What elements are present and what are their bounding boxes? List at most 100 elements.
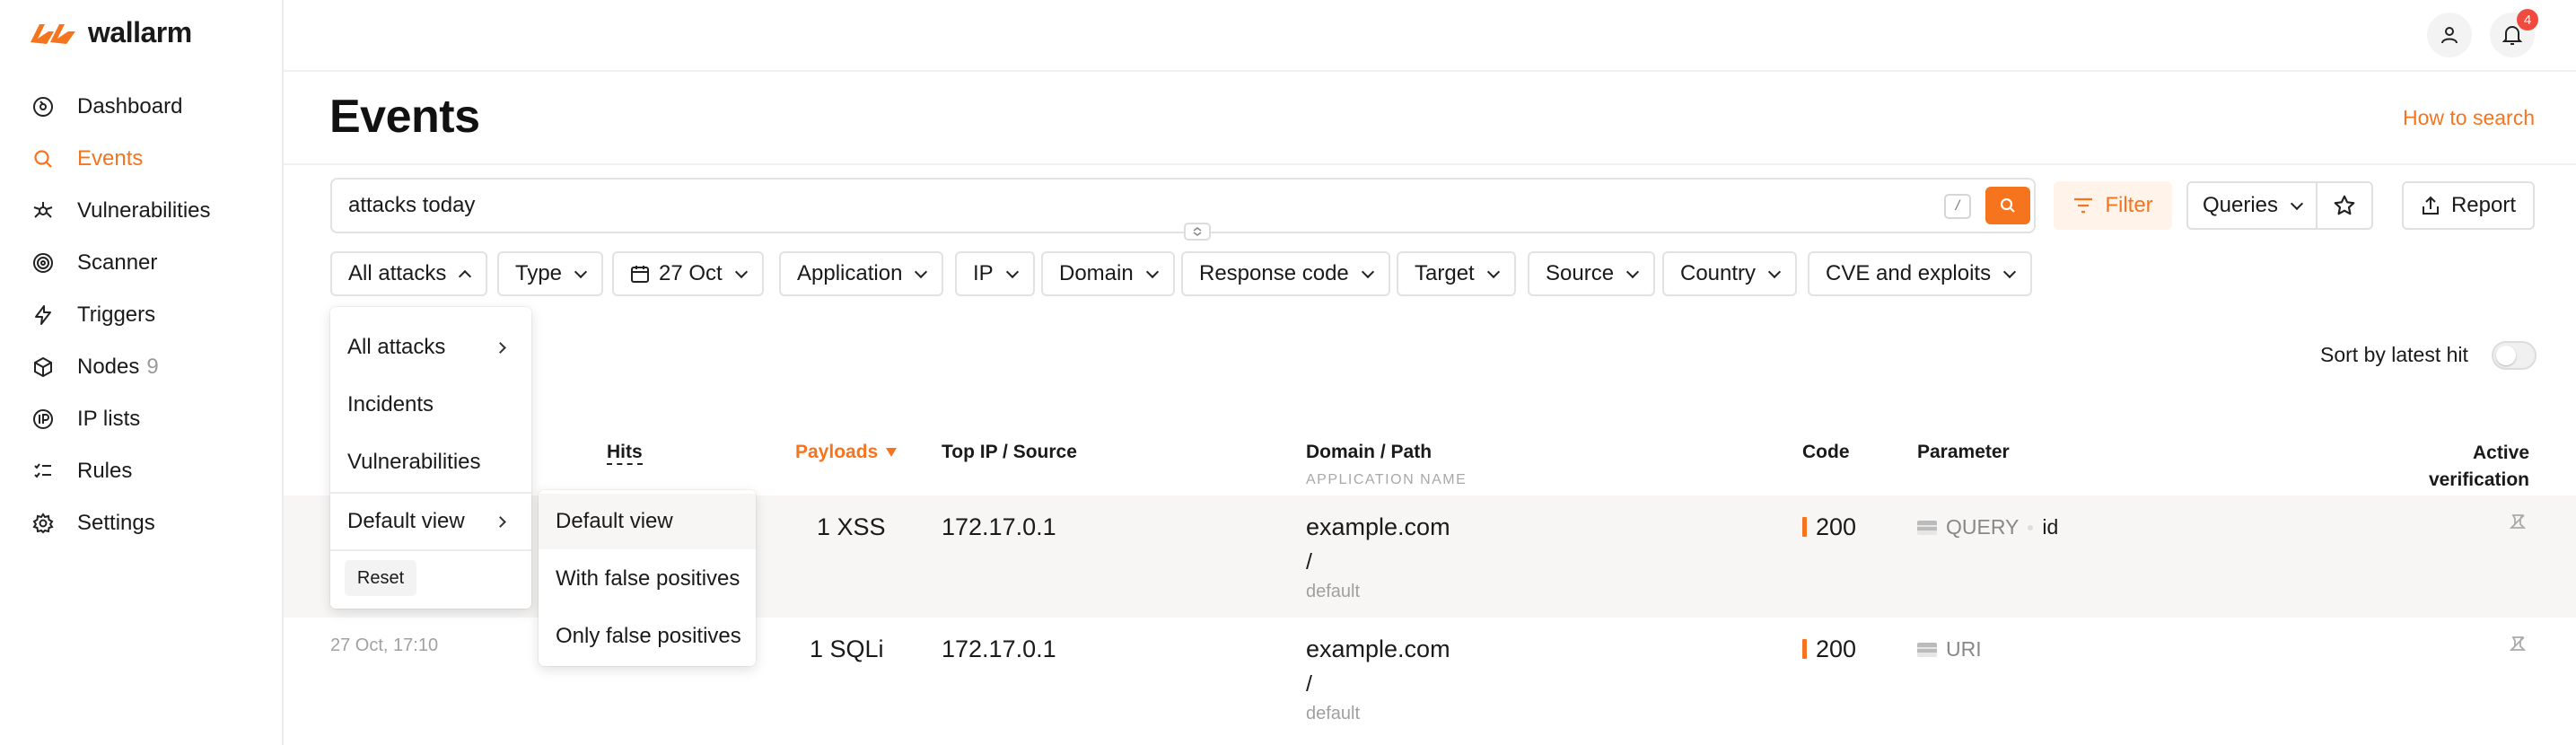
filter-type[interactable]: Type	[497, 251, 604, 296]
sidebar-item-label: Scanner	[77, 250, 158, 275]
filter-application[interactable]: Application	[779, 251, 944, 296]
filter-icon	[2074, 197, 2093, 214]
chevron-down-icon	[574, 265, 588, 278]
profile-button[interactable]	[2427, 13, 2472, 57]
row-code: 200	[1802, 513, 1856, 541]
sidebar-item-dashboard[interactable]: Dashboard	[0, 81, 284, 133]
nodes-count: 9	[146, 355, 159, 379]
menu-item-label: Default view	[556, 509, 673, 533]
filter-source[interactable]: Source	[1528, 251, 1656, 296]
report-button[interactable]: Report	[2402, 181, 2535, 230]
column-top-ip: Top IP / Source	[942, 442, 1077, 462]
chip-label: Target	[1415, 261, 1475, 285]
filter-date[interactable]: 27 Oct	[612, 251, 764, 296]
gear-icon	[31, 511, 56, 536]
sidebar: wallarm Dashboard Events Vulnerabilities…	[0, 0, 284, 745]
reset-button[interactable]: Reset	[345, 560, 416, 596]
filter-ip[interactable]: IP	[955, 251, 1035, 296]
active-verification-off-icon[interactable]	[2506, 632, 2529, 660]
queries-dropdown[interactable]: Queries	[2186, 181, 2318, 230]
menu-item-label: Default view	[347, 509, 465, 533]
menu-item-with-false-positives[interactable]: With false positives	[539, 551, 756, 607]
active-verification-off-icon[interactable]	[2506, 510, 2529, 538]
dashboard-icon	[31, 94, 56, 119]
header-divider	[284, 163, 2576, 165]
parameter-type: QUERY	[1946, 515, 2020, 539]
row-parameter: URI	[1917, 637, 1982, 662]
row-parameter: QUERY id	[1917, 515, 2058, 539]
sort-latest-hit-toggle[interactable]	[2492, 341, 2537, 370]
save-query-button[interactable]	[2316, 181, 2373, 230]
filter-country[interactable]: Country	[1662, 251, 1798, 296]
row-domain[interactable]: example.com	[1306, 513, 1450, 541]
menu-item-default-view[interactable]: Default view	[330, 494, 531, 549]
search-icon	[31, 146, 56, 171]
sidebar-item-label: Rules	[77, 459, 133, 483]
chip-label: Application	[797, 261, 903, 285]
menu-item-all-attacks[interactable]: All attacks	[330, 320, 531, 375]
status-indicator	[1802, 517, 1807, 537]
column-domain-path: Domain / Path	[1306, 442, 1433, 462]
parameter-name: id	[2042, 515, 2059, 539]
sidebar-item-ip-lists[interactable]: IP lists	[0, 393, 284, 445]
sidebar-item-label: Vulnerabilities	[77, 198, 211, 223]
row-top-ip[interactable]: 172.17.0.1	[942, 513, 1056, 541]
menu-item-only-false-positives[interactable]: Only false positives	[539, 609, 756, 664]
filter-response-code[interactable]: Response code	[1181, 251, 1390, 296]
chip-label: Domain	[1059, 261, 1134, 285]
row-app-name: default	[1306, 704, 1361, 723]
menu-item-incidents[interactable]: Incidents	[330, 377, 531, 433]
filter-domain[interactable]: Domain	[1041, 251, 1175, 296]
sidebar-item-rules[interactable]: Rules	[0, 445, 284, 497]
chevron-down-icon	[2003, 265, 2017, 278]
column-payloads[interactable]: Payloads	[795, 442, 898, 463]
menu-item-default-view-option[interactable]: Default view	[539, 494, 756, 549]
status-indicator	[1802, 639, 1807, 659]
how-to-search-link[interactable]: How to search	[2403, 106, 2535, 130]
wallarm-logo[interactable]: wallarm	[29, 16, 192, 49]
filter-cve-and-exploits[interactable]: CVE and exploits	[1808, 251, 2033, 296]
sidebar-item-vulnerabilities[interactable]: Vulnerabilities	[0, 185, 284, 237]
chevron-down-icon	[1361, 265, 1374, 278]
brand-name: wallarm	[88, 16, 192, 48]
parameter-type: URI	[1946, 637, 1982, 661]
menu-item-vulnerabilities[interactable]: Vulnerabilities	[330, 434, 531, 490]
row-top-ip[interactable]: 172.17.0.1	[942, 635, 1056, 663]
chip-label: IP	[973, 261, 994, 285]
rules-icon	[31, 459, 56, 484]
chevron-right-icon	[495, 515, 506, 528]
filter-button[interactable]: Filter	[2054, 181, 2172, 230]
filter-target[interactable]: Target	[1397, 251, 1516, 296]
sidebar-item-scanner[interactable]: Scanner	[0, 237, 284, 289]
chip-label: 27 Oct	[659, 261, 723, 285]
notifications-button[interactable]: 4	[2490, 9, 2538, 57]
row-code-value: 200	[1816, 635, 1857, 662]
user-icon	[2441, 27, 2458, 44]
sidebar-item-events[interactable]: Events	[0, 133, 284, 185]
row-path: /	[1306, 671, 1312, 697]
row-code-value: 200	[1816, 513, 1857, 540]
sidebar-item-label: Events	[77, 146, 144, 171]
notifications-badge: 4	[2517, 9, 2538, 31]
filter-all-attacks[interactable]: All attacks	[330, 251, 488, 296]
nodes-icon	[31, 355, 56, 380]
chevron-down-icon	[1005, 265, 1019, 278]
report-label: Report	[2450, 193, 2517, 217]
menu-item-label: Vulnerabilities	[347, 450, 481, 474]
row-payloads: 1 SQLi	[810, 635, 884, 662]
queries-label: Queries	[2202, 193, 2279, 217]
sidebar-item-triggers[interactable]: Triggers	[0, 289, 284, 341]
sidebar-item-nodes[interactable]: Nodes 9	[0, 341, 284, 393]
filter-label: Filter	[2105, 193, 2153, 217]
sidebar-item-settings[interactable]: Settings	[0, 497, 284, 549]
column-code: Code	[1802, 442, 1850, 462]
parameter-type-icon	[1917, 642, 1937, 657]
search-input[interactable]	[348, 180, 1874, 232]
sidebar-item-label: Dashboard	[77, 94, 183, 118]
expand-search-handle[interactable]	[1184, 223, 1211, 241]
search-button[interactable]	[1985, 187, 2030, 224]
row-code: 200	[1802, 635, 1856, 663]
column-hits[interactable]: Hits	[607, 442, 643, 465]
row-domain[interactable]: example.com	[1306, 635, 1450, 663]
search-icon	[2000, 197, 2015, 213]
